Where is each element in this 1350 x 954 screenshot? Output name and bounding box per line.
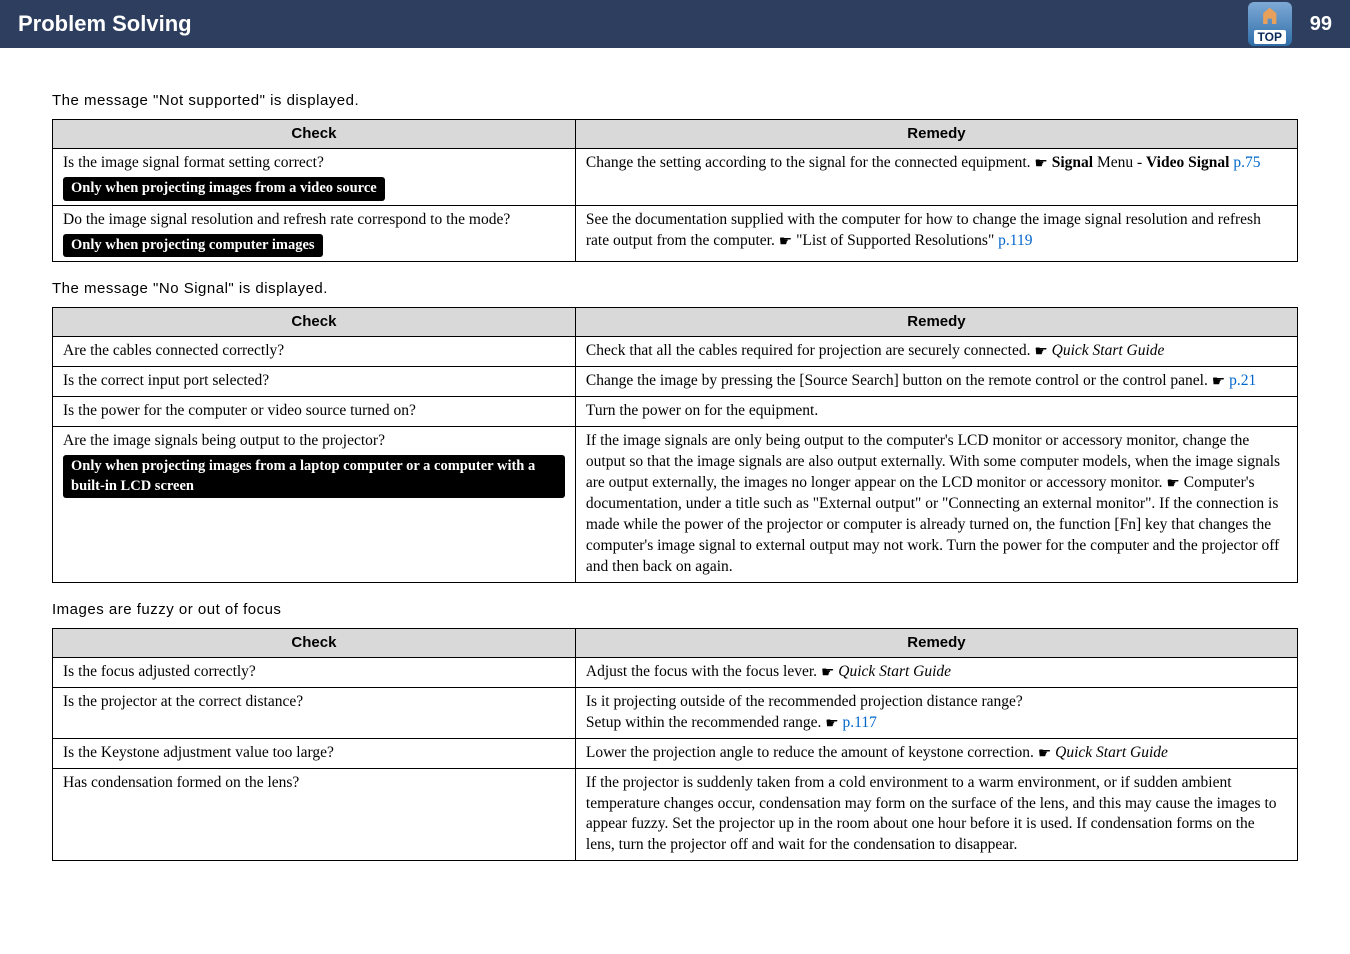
top-label: TOP xyxy=(1254,30,1286,44)
condition-pill: Only when projecting images from a video… xyxy=(63,177,385,201)
remedy-text: Adjust the focus with the focus lever. xyxy=(586,663,821,680)
condition-pill: Only when projecting images from a lapto… xyxy=(63,455,565,498)
remedy-text: Check that all the cables required for p… xyxy=(586,342,1034,359)
remedy-text: If the projector is suddenly taken from … xyxy=(575,768,1297,861)
troubleshoot-table: Check Remedy Are the cables connected co… xyxy=(52,307,1298,582)
hand-icon: ☛ xyxy=(825,717,838,732)
header-bar: Problem Solving TOP 99 xyxy=(0,0,1350,48)
table-row: Is the focus adjusted correctly? Adjust … xyxy=(53,657,1298,687)
remedy-text: Menu - xyxy=(1093,154,1146,171)
check-text: Is the projector at the correct distance… xyxy=(53,687,576,738)
table-row: Has condensation formed on the lens? If … xyxy=(53,768,1298,861)
check-text: Is the correct input port selected? xyxy=(53,367,576,397)
table-row: Do the image signal resolution and refre… xyxy=(53,205,1298,261)
table-row: Is the Keystone adjustment value too lar… xyxy=(53,738,1298,768)
table-row: Is the power for the computer or video s… xyxy=(53,397,1298,427)
table-row: Is the correct input port selected? Chan… xyxy=(53,367,1298,397)
table-row: Are the cables connected correctly? Chec… xyxy=(53,337,1298,367)
table-row: Is the projector at the correct distance… xyxy=(53,687,1298,738)
top-home-button[interactable]: TOP xyxy=(1248,2,1292,46)
page-number: 99 xyxy=(1310,13,1332,36)
remedy-text: Setup within the recommended range. xyxy=(586,714,825,731)
check-text: Is the power for the computer or video s… xyxy=(53,397,576,427)
hand-icon: ☛ xyxy=(1034,345,1047,360)
remedy-italic: Quick Start Guide xyxy=(1051,744,1168,761)
col-remedy: Remedy xyxy=(575,628,1297,657)
remedy-text: Lower the projection angle to reduce the… xyxy=(586,744,1038,761)
section-heading: Images are fuzzy or out of focus xyxy=(52,601,1298,618)
page-link[interactable]: p.117 xyxy=(843,714,877,731)
remedy-bold: Signal xyxy=(1052,154,1093,171)
check-text: Has condensation formed on the lens? xyxy=(53,768,576,861)
troubleshoot-table: Check Remedy Is the focus adjusted corre… xyxy=(52,628,1298,862)
check-text: Is the image signal format setting corre… xyxy=(63,154,324,171)
remedy-text: Turn the power on for the equipment. xyxy=(575,397,1297,427)
page-link[interactable]: p.75 xyxy=(1233,154,1260,171)
remedy-italic: Quick Start Guide xyxy=(834,663,951,680)
remedy-text: "List of Supported Resolutions" xyxy=(792,232,998,249)
troubleshoot-table: Check Remedy Is the image signal format … xyxy=(52,119,1298,262)
check-text: Do the image signal resolution and refre… xyxy=(63,211,510,228)
hand-icon: ☛ xyxy=(1038,747,1051,762)
hand-icon: ☛ xyxy=(1166,477,1179,492)
remedy-text: Change the image by pressing the [Source… xyxy=(586,372,1212,389)
col-remedy: Remedy xyxy=(575,120,1297,149)
hand-icon: ☛ xyxy=(821,666,834,681)
check-text: Is the Keystone adjustment value too lar… xyxy=(53,738,576,768)
section-heading: The message "Not supported" is displayed… xyxy=(52,92,1298,109)
table-row: Are the image signals being output to th… xyxy=(53,427,1298,582)
section-heading: The message "No Signal" is displayed. xyxy=(52,280,1298,297)
condition-pill: Only when projecting computer images xyxy=(63,234,323,258)
hand-icon: ☛ xyxy=(1212,375,1225,390)
hand-icon: ☛ xyxy=(1034,157,1047,172)
check-text: Is the focus adjusted correctly? xyxy=(53,657,576,687)
table-row: Is the image signal format setting corre… xyxy=(53,149,1298,205)
page-link[interactable]: p.21 xyxy=(1229,372,1256,389)
remedy-italic: Quick Start Guide xyxy=(1048,342,1165,359)
remedy-text: Is it projecting outside of the recommen… xyxy=(586,693,1023,710)
page-title: Problem Solving xyxy=(18,11,192,37)
hand-icon: ☛ xyxy=(779,235,792,250)
col-check: Check xyxy=(53,628,576,657)
remedy-text: Change the setting according to the sign… xyxy=(586,154,1035,171)
col-remedy: Remedy xyxy=(575,308,1297,337)
col-check: Check xyxy=(53,308,576,337)
check-text: Are the image signals being output to th… xyxy=(63,432,385,449)
header-right: TOP 99 xyxy=(1248,2,1332,46)
col-check: Check xyxy=(53,120,576,149)
remedy-bold: Video Signal xyxy=(1146,154,1229,171)
content-area: The message "Not supported" is displayed… xyxy=(0,48,1350,891)
page-link[interactable]: p.119 xyxy=(998,232,1032,249)
check-text: Are the cables connected correctly? xyxy=(53,337,576,367)
